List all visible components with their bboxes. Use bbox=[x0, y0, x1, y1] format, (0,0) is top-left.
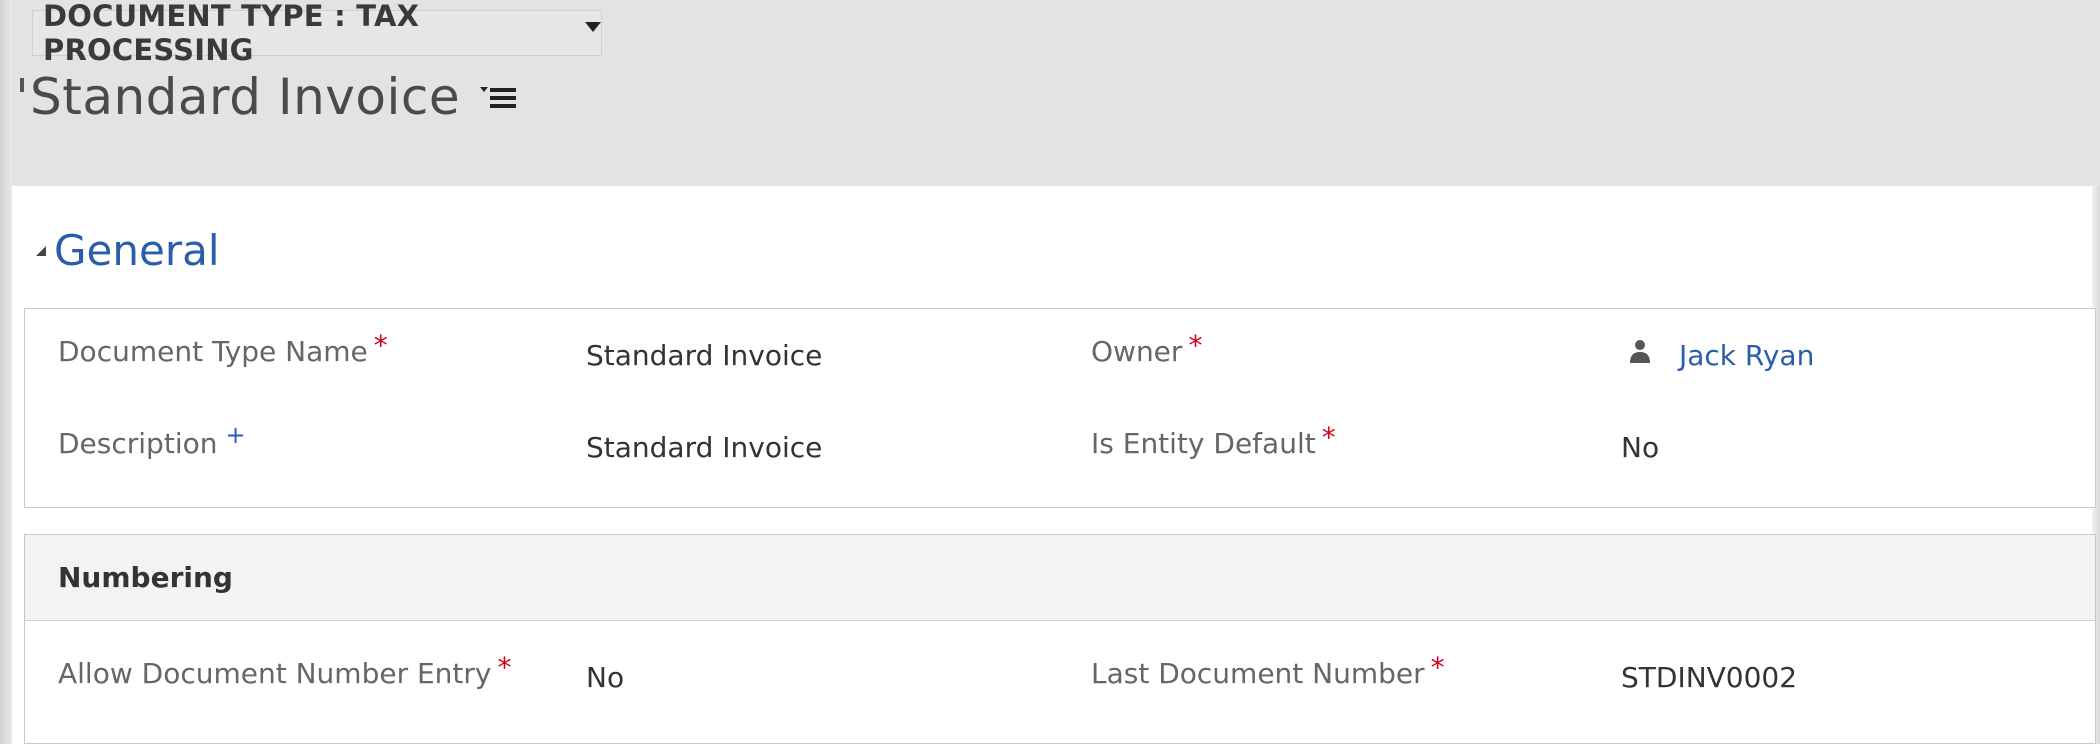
description-label: Description + bbox=[58, 421, 246, 460]
nav-marker bbox=[20, 78, 24, 92]
form-header: DOCUMENT TYPE : TAX PROCESSING Standard … bbox=[12, 0, 2100, 186]
user-icon bbox=[1630, 340, 1650, 363]
document-type-name-label: Document Type Name * bbox=[58, 329, 388, 368]
required-marker: * bbox=[1188, 329, 1203, 362]
required-marker: * bbox=[1321, 421, 1336, 454]
is-entity-default-value[interactable]: No bbox=[1621, 431, 1659, 464]
left-edge-shadow bbox=[0, 0, 12, 744]
required-marker: * bbox=[373, 329, 388, 362]
allow-document-number-entry-label: Allow Document Number Entry * bbox=[58, 651, 512, 690]
is-entity-default-label: Is Entity Default * bbox=[1091, 421, 1336, 460]
document-type-label: DOCUMENT TYPE : TAX PROCESSING bbox=[43, 0, 420, 67]
allow-document-number-entry-value[interactable]: No bbox=[586, 661, 624, 694]
caret-down-icon bbox=[585, 22, 601, 32]
record-title: Standard Invoice bbox=[30, 68, 461, 126]
recommended-marker: + bbox=[225, 421, 246, 449]
numbering-panel: Numbering Allow Document Number Entry * N… bbox=[24, 534, 2096, 744]
required-marker: * bbox=[1430, 651, 1445, 684]
section-general-toggle[interactable]: General bbox=[36, 226, 220, 275]
general-panel: Document Type Name * Standard Invoice Own… bbox=[24, 308, 2096, 508]
section-title-general: General bbox=[54, 226, 220, 275]
description-value[interactable]: Standard Invoice bbox=[586, 431, 822, 464]
last-document-number-label: Last Document Number * bbox=[1091, 651, 1445, 690]
record-title-row: Standard Invoice bbox=[30, 66, 517, 128]
form-menu-icon[interactable] bbox=[480, 82, 517, 112]
form-page: DOCUMENT TYPE : TAX PROCESSING Standard … bbox=[0, 0, 2100, 744]
last-document-number-value[interactable]: STDINV0002 bbox=[1621, 661, 1797, 694]
owner-link[interactable]: Jack Ryan bbox=[1679, 339, 1814, 372]
required-marker: * bbox=[497, 651, 512, 684]
owner-label: Owner * bbox=[1091, 329, 1203, 368]
numbering-section-header: Numbering bbox=[25, 535, 2095, 621]
document-type-selector[interactable]: DOCUMENT TYPE : TAX PROCESSING bbox=[32, 0, 602, 67]
document-type-name-value[interactable]: Standard Invoice bbox=[586, 339, 822, 372]
collapse-triangle-icon bbox=[36, 245, 46, 256]
